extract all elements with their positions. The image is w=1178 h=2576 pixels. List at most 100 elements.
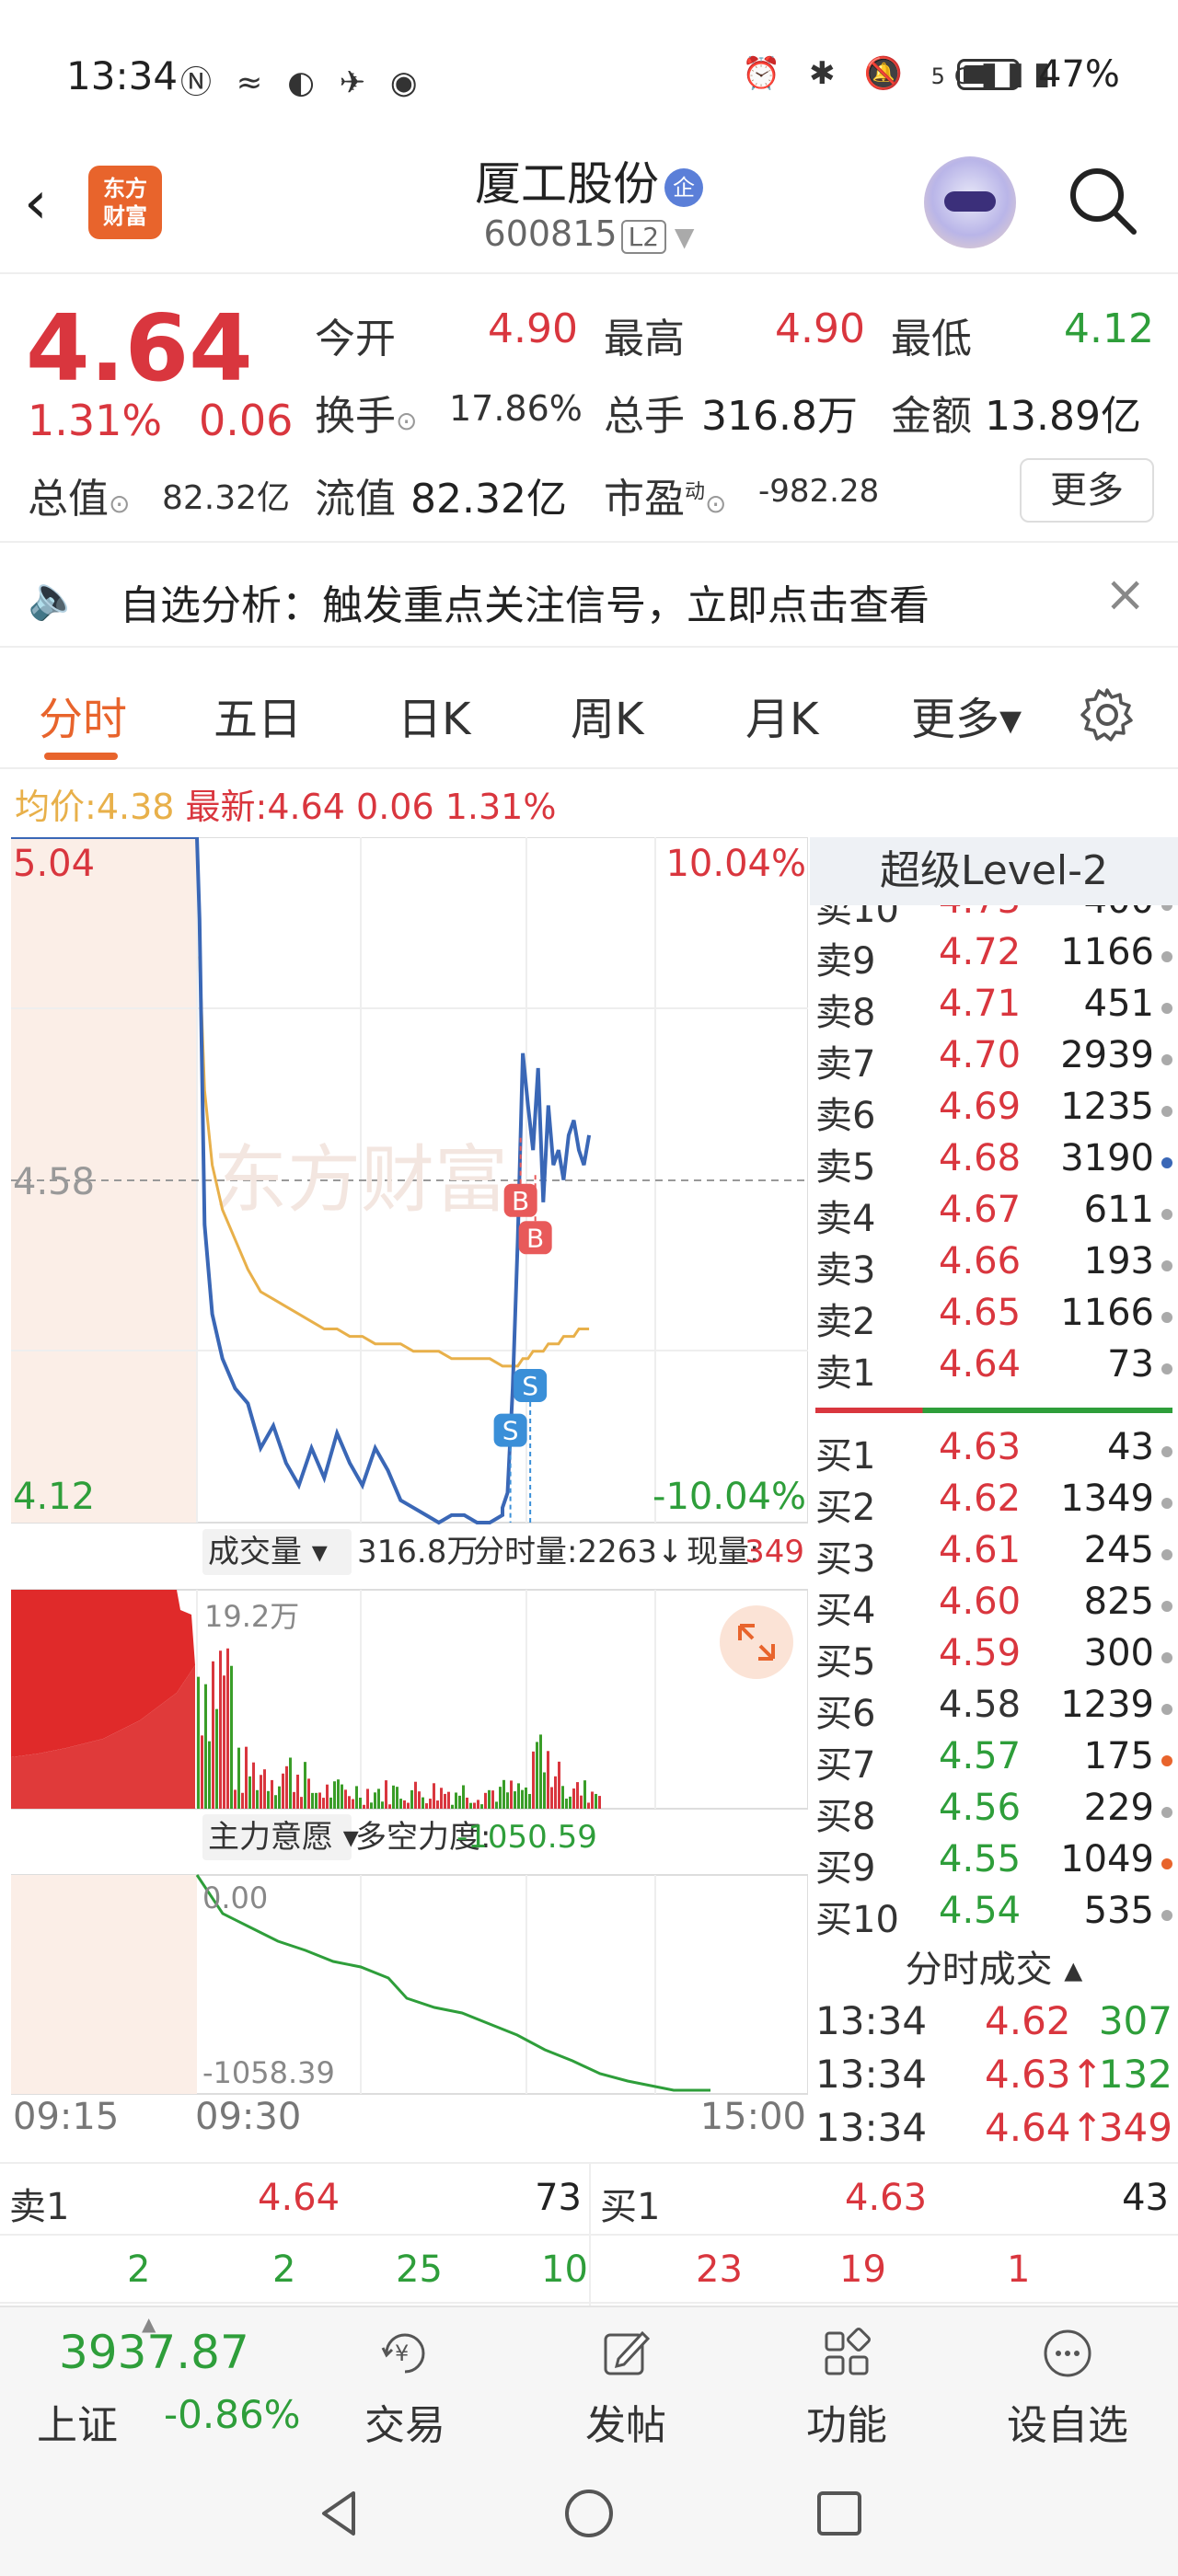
volume-bar: [219, 1650, 222, 1809]
index-name: 上证: [37, 2402, 118, 2449]
volume-bar: [392, 1785, 395, 1809]
home-nav-icon[interactable]: [561, 2486, 617, 2541]
expand-icon[interactable]: [720, 1605, 793, 1679]
bid-row[interactable]: 买2 4.62 1349: [810, 1478, 1178, 1529]
bid-row[interactable]: 买5 4.59 300: [810, 1632, 1178, 1684]
tab-weekly-k[interactable]: 周K: [571, 683, 643, 747]
level-volume: 73: [1107, 1343, 1154, 1386]
nav-add-watchlist[interactable]: 设自选: [976, 2307, 1160, 2455]
ask-row[interactable]: 卖10 4.73 400: [810, 905, 1178, 931]
notice-text[interactable]: 自选分析：触发重点关注信号，立即点击查看: [120, 572, 930, 631]
stock-name: 厦工股份: [475, 157, 659, 211]
notice-bar[interactable]: 🔈 自选分析：触发重点关注信号，立即点击查看 ×: [0, 546, 1178, 648]
chart-watermark: 东方财富: [214, 1139, 508, 1221]
volume-bar: [366, 1788, 369, 1809]
ask-row[interactable]: 卖9 4.72 1166: [810, 931, 1178, 983]
level-dot: [1161, 951, 1172, 962]
trade-marker-label: B: [526, 1223, 544, 1253]
change-percent: 1.31%: [28, 396, 163, 445]
orderbook[interactable]: 卖104.73400卖94.721166卖84.71451卖74.702939卖…: [810, 905, 1178, 1936]
ask-row[interactable]: 卖5 4.68 3190: [810, 1137, 1178, 1189]
tab-daily-k[interactable]: 日K: [398, 683, 470, 747]
float-value: 82.32亿: [410, 476, 567, 523]
nav-post-label: 发帖: [585, 2402, 666, 2449]
nav-post[interactable]: 发帖: [534, 2307, 718, 2455]
ask-row[interactable]: 卖2 4.65 1166: [810, 1292, 1178, 1343]
level-price: 4.62: [939, 1478, 1022, 1520]
volume-bar: [550, 1787, 553, 1809]
ask-row[interactable]: 卖4 4.67 611: [810, 1189, 1178, 1240]
bid-row[interactable]: 买6 4.58 1239: [810, 1684, 1178, 1735]
ask-row[interactable]: 卖1 4.64 73: [810, 1343, 1178, 1395]
level-volume: 1166: [1060, 931, 1154, 973]
volume-bar: [466, 1797, 468, 1809]
volume-bar: [234, 1789, 237, 1809]
level-price: 4.59: [939, 1632, 1022, 1674]
bid-row[interactable]: 买1 4.63 43: [810, 1426, 1178, 1478]
close-icon[interactable]: ×: [1104, 565, 1146, 623]
amount-label: 金额: [891, 393, 972, 440]
price-mid-label: 4.58: [13, 1161, 95, 1203]
volume-bar: [539, 1734, 542, 1809]
bid-row[interactable]: 买10 4.54 535: [810, 1890, 1178, 1936]
ask-row[interactable]: 卖3 4.66 193: [810, 1240, 1178, 1292]
search-icon[interactable]: [1066, 164, 1139, 237]
float-label: 流值: [315, 476, 396, 523]
ask-row[interactable]: 卖6 4.69 1235: [810, 1086, 1178, 1137]
low-value: 4.12: [1064, 305, 1154, 352]
level-price: 4.54: [939, 1890, 1022, 1932]
level-name: 买9: [815, 1847, 876, 1890]
volume-bar: [226, 1648, 229, 1809]
level-name: 卖3: [815, 1249, 876, 1292]
tab-five-day[interactable]: 五日: [214, 683, 302, 747]
tab-intraday[interactable]: 分时: [39, 683, 127, 747]
intraday-chart[interactable]: 东方财富 SSBB 5.04 4.58 4.12 10.04% -10.04% …: [10, 835, 809, 2138]
nav-functions[interactable]: 功能: [755, 2307, 939, 2455]
ask1-volume: 73: [535, 2177, 582, 2219]
volume-bar: [554, 1776, 557, 1809]
volume-bar: [223, 1675, 225, 1809]
tab-monthly-k[interactable]: 月K: [745, 683, 818, 747]
gear-icon[interactable]: [1079, 686, 1136, 743]
level-price: 4.58: [939, 1684, 1022, 1726]
trade-marker-label: S: [522, 1371, 538, 1401]
ask-row[interactable]: 卖7 4.70 2939: [810, 1034, 1178, 1086]
chart-svg: 东方财富 SSBB 5.04 4.58 4.12 10.04% -10.04% …: [10, 835, 809, 2138]
bid-row[interactable]: 买3 4.61 245: [810, 1529, 1178, 1581]
tick-price: 4.64↑: [985, 2105, 1103, 2150]
ticks-title[interactable]: 分时成交 ▴: [810, 1939, 1178, 1993]
volume-bar: [558, 1761, 560, 1809]
level-name: 买2: [815, 1487, 876, 1529]
volume-bar: [352, 1799, 354, 1809]
nav-trade[interactable]: ¥ 交易: [313, 2307, 497, 2455]
dropdown-icon: ▼: [666, 222, 695, 252]
level-name: 买8: [815, 1796, 876, 1838]
nav-trade-label: 交易: [364, 2402, 445, 2449]
bid-row[interactable]: 买4 4.60 825: [810, 1581, 1178, 1632]
volume-bar: [300, 1797, 303, 1809]
volume-bar: [595, 1793, 597, 1809]
index-ticker[interactable]: ▲ 3937.87 上证 -0.86%: [0, 2307, 341, 2455]
volume-bar: [333, 1781, 336, 1809]
tick-row: 13:34 4.64↑ 349: [810, 2105, 1178, 2158]
ask-row[interactable]: 卖8 4.71 451: [810, 983, 1178, 1034]
volume-bar: [399, 1799, 402, 1809]
volume-bar: [458, 1795, 461, 1809]
recents-nav-icon[interactable]: [812, 2486, 867, 2541]
tab-more[interactable]: 更多▾: [911, 683, 1022, 747]
more-button[interactable]: 更多: [1020, 458, 1154, 523]
bid-row[interactable]: 买9 4.55 1049: [810, 1838, 1178, 1890]
assistant-avatar[interactable]: [924, 156, 1016, 248]
volume-bar: [315, 1792, 318, 1809]
battery-icon: [957, 59, 1020, 90]
bid-row[interactable]: 买8 4.56 229: [810, 1787, 1178, 1838]
volume-bar: [271, 1779, 273, 1809]
level-price: 4.66: [939, 1240, 1022, 1282]
back-nav-icon[interactable]: [313, 2486, 368, 2541]
level2-title[interactable]: 超级Level-2: [810, 837, 1178, 905]
volume-bar: [547, 1751, 549, 1809]
level-dot: [1161, 1704, 1172, 1715]
grid-icon: [825, 2328, 871, 2375]
volume-bar: [580, 1795, 583, 1809]
bid-row[interactable]: 买7 4.57 175: [810, 1735, 1178, 1787]
